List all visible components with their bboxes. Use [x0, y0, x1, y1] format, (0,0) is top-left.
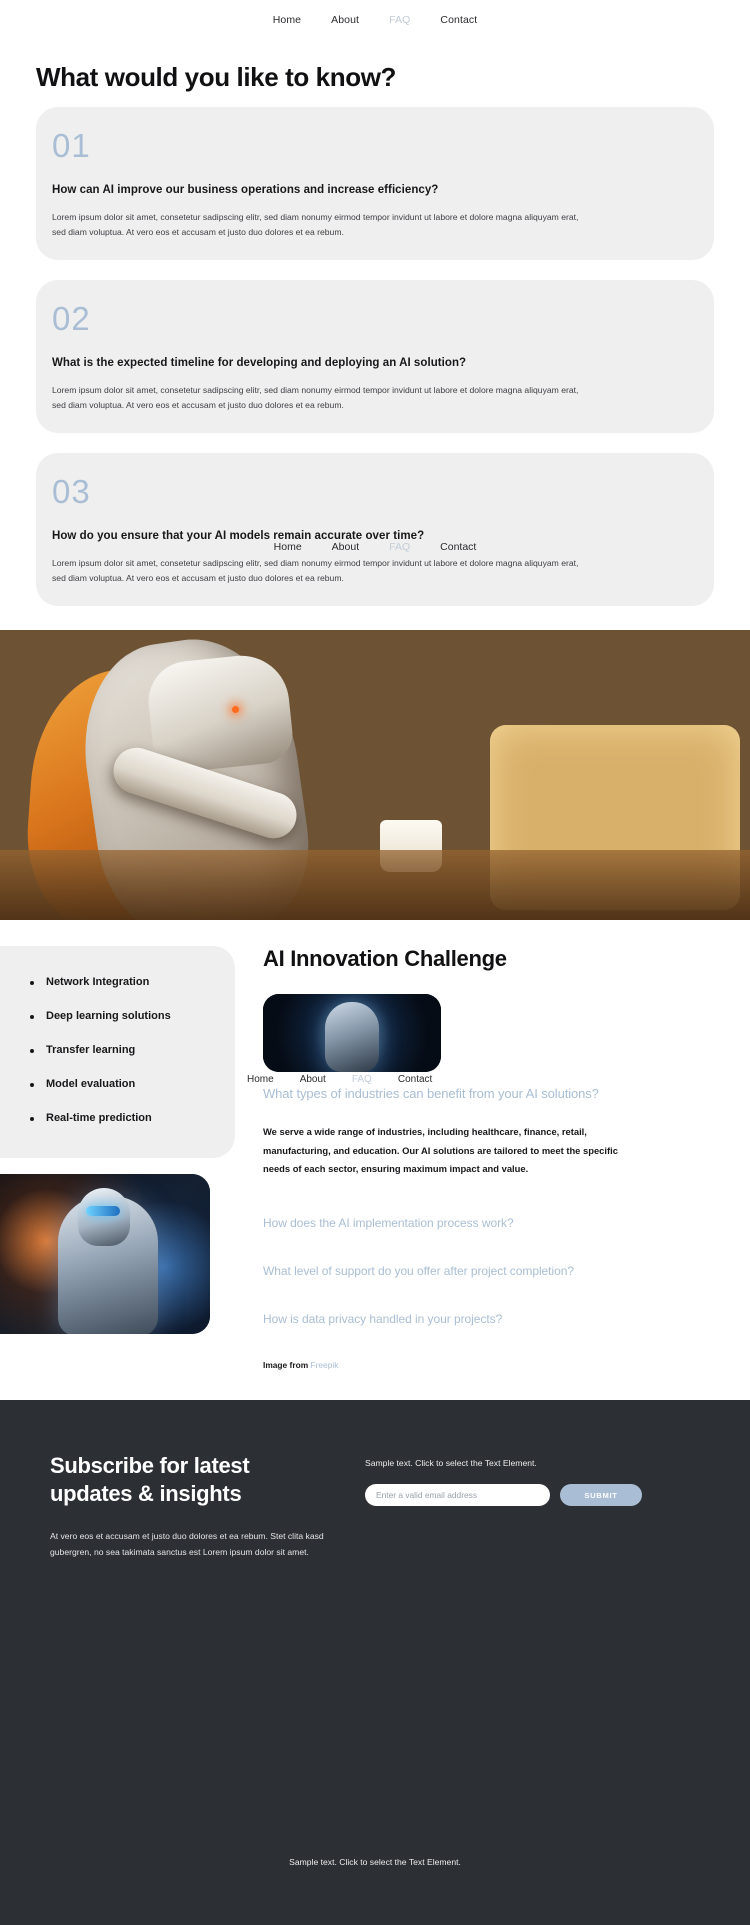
footer-content: Subscribe for latest updates & insights … [50, 1452, 700, 1561]
faq-question[interactable]: How do you ensure that your AI models re… [52, 530, 698, 542]
faq-card[interactable]: 02 What is the expected timeline for dev… [36, 280, 714, 434]
list-item: Real-time prediction [30, 1112, 217, 1124]
nav-item-about: About [331, 541, 360, 554]
nav-item-contact: Contact [397, 1074, 433, 1086]
page-title: What would you like to know? [36, 62, 397, 92]
faq-question[interactable]: What is the expected timeline for develo… [52, 357, 698, 369]
email-field[interactable] [365, 1484, 550, 1507]
hero-counter [0, 850, 750, 921]
footer-hint-text: Sample text. Click to select the Text El… [365, 1458, 537, 1469]
image-credit: Image from Freepik [263, 1360, 720, 1370]
faq-answer: Lorem ipsum dolor sit amet, consetetur s… [52, 212, 579, 238]
faq-question-collapsed[interactable]: What level of support do you offer after… [263, 1264, 720, 1278]
faq-number: 03 [52, 473, 91, 511]
list-item: Network Integration [30, 976, 217, 988]
image-credit-label: Image from [263, 1360, 309, 1371]
faq-accordion-list: 01 How can AI improve our business opera… [0, 107, 750, 607]
overlapping-navigation-artifact: Home About FAQ Contact [247, 1074, 432, 1085]
nav-item-contact[interactable]: Contact [440, 14, 477, 26]
faq-answer: Lorem ipsum dolor sit amet, consetetur s… [52, 558, 579, 584]
faq-card[interactable]: 01 How can AI improve our business opera… [36, 107, 714, 261]
innovation-section: Network Integration Deep learning soluti… [0, 920, 750, 1400]
nav-item-faq: FAQ [389, 541, 411, 554]
nav-item-home: Home [247, 1074, 274, 1086]
nav-item-home: Home [273, 541, 302, 554]
nav-item-faq[interactable]: FAQ [389, 14, 410, 26]
footer-left: Subscribe for latest updates & insights … [50, 1452, 325, 1561]
faq-answer-open: We serve a wide range of industries, inc… [263, 1126, 618, 1174]
footer-heading: Subscribe for latest updates & insights [50, 1453, 250, 1506]
faq-question[interactable]: How can AI improve our business operatio… [52, 184, 698, 196]
faq-question-collapsed[interactable]: How does the AI implementation process w… [263, 1216, 720, 1230]
overlapping-navigation-artifact: Home About FAQ Contact [36, 541, 714, 553]
skills-list: Network Integration Deep learning soluti… [30, 976, 217, 1124]
nav-item-about[interactable]: About [331, 14, 359, 26]
top-navigation: Home About FAQ Contact [0, 0, 750, 40]
nav-item-about: About [299, 1074, 326, 1086]
list-item: Transfer learning [30, 1044, 217, 1056]
side-image-head [78, 1188, 130, 1247]
nav-item-faq: FAQ [351, 1074, 372, 1086]
nav-item-contact: Contact [440, 541, 477, 554]
image-credit-link[interactable]: Freepik [310, 1360, 338, 1370]
footer-right: Sample text. Click to select the Text El… [365, 1452, 700, 1561]
side-image-visor [86, 1206, 120, 1217]
innovation-right-column: AI Innovation Challenge Home About FAQ C… [235, 946, 750, 1370]
list-item: Model evaluation [30, 1078, 217, 1090]
faq-number: 01 [52, 127, 91, 164]
faq-card[interactable]: 03 How do you ensure that your AI models… [36, 453, 714, 607]
faq-question-collapsed[interactable]: How is data privacy handled in your proj… [263, 1312, 720, 1326]
side-image-humanoid-robot [0, 1174, 210, 1335]
submit-button[interactable]: SUBMIT [560, 1484, 642, 1507]
thumbnail-image-robot-face [263, 994, 441, 1073]
footer-bottom-text: Sample text. Click to select the Text El… [289, 1857, 461, 1868]
list-item: Deep learning solutions [30, 1010, 217, 1022]
footer-paragraph: At vero eos et accusam et justo duo dolo… [50, 1531, 324, 1558]
innovation-left-column: Network Integration Deep learning soluti… [0, 946, 235, 1335]
faq-number: 02 [52, 300, 91, 338]
faq-answer: Lorem ipsum dolor sit amet, consetetur s… [52, 385, 579, 411]
nav-item-home[interactable]: Home [273, 14, 301, 26]
subscribe-form: SUBMIT [365, 1484, 700, 1507]
faq-header: What would you like to know? [0, 40, 750, 107]
faq-question-open[interactable]: What types of industries can benefit fro… [263, 1086, 720, 1101]
thumbnail-robot-face [325, 1002, 379, 1073]
skills-card: Network Integration Deep learning soluti… [0, 946, 235, 1159]
subscribe-footer: Subscribe for latest updates & insights … [0, 1400, 750, 1925]
section-title: AI Innovation Challenge [263, 946, 507, 972]
hero-image-robot-barista [0, 630, 750, 921]
